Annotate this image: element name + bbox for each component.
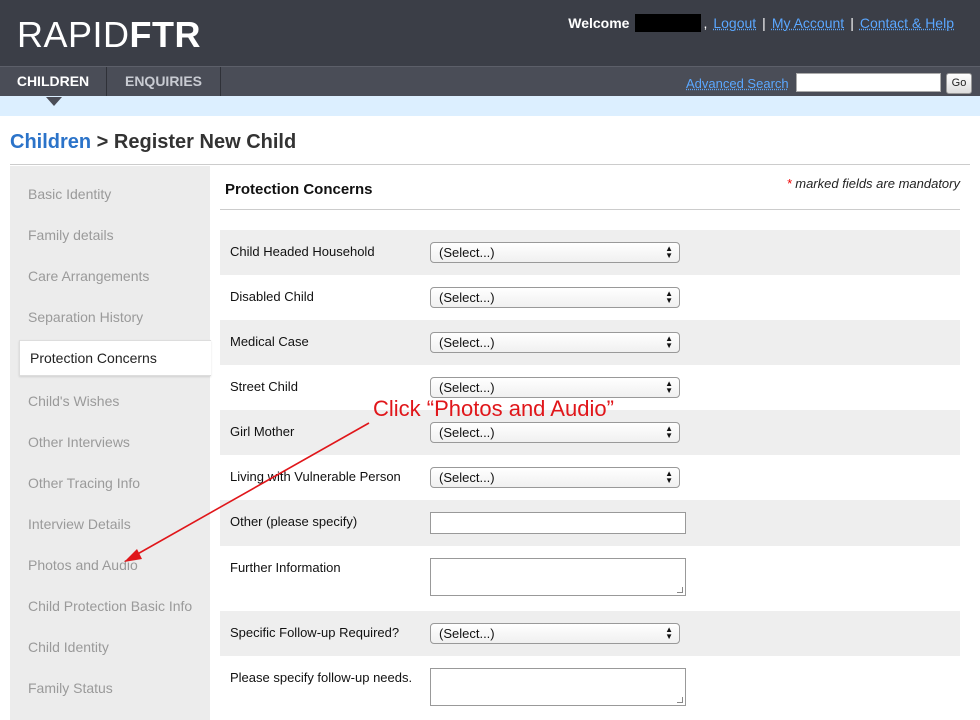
app-logo[interactable]: RAPIDFTR <box>17 14 201 56</box>
sidebar-item-childs-wishes[interactable]: Child's Wishes <box>28 393 119 409</box>
separator: | <box>850 15 854 31</box>
form-row: Specific Follow-up Required? (Select...)… <box>220 611 960 656</box>
select-arrows-icon: ▲ ▼ <box>665 244 673 260</box>
active-tab-caret <box>46 97 62 106</box>
welcome-label: Welcome <box>568 15 630 31</box>
select-arrows-icon: ▲ ▼ <box>665 379 673 395</box>
girl-mother-select[interactable]: (Select...) ▲ ▼ <box>430 422 680 443</box>
logo-bold-text: FTR <box>129 14 202 55</box>
select-value: (Select...) <box>439 626 495 641</box>
follow-up-needs-textarea[interactable] <box>430 668 686 706</box>
mandatory-text: marked fields are mandatory <box>791 176 960 191</box>
mandatory-note: * marked fields are mandatory <box>787 176 960 191</box>
select-arrows-icon: ▲ ▼ <box>665 625 673 641</box>
advanced-search-link[interactable]: Advanced Search <box>686 76 789 91</box>
child-headed-household-select[interactable]: (Select...) ▲ ▼ <box>430 242 680 263</box>
resize-handle-icon[interactable] <box>677 587 683 593</box>
medical-case-select[interactable]: (Select...) ▲ ▼ <box>430 332 680 353</box>
logout-link[interactable]: Logout <box>713 15 756 31</box>
go-button[interactable]: Go <box>946 73 972 94</box>
main-nav: CHILDREN ENQUIRIES Advanced Search Go <box>0 66 980 106</box>
field-label: Child Headed Household <box>230 244 375 259</box>
disabled-child-select[interactable]: (Select...) ▲ ▼ <box>430 287 680 308</box>
sidebar-item-other-tracing-info[interactable]: Other Tracing Info <box>28 475 140 491</box>
separator: | <box>762 15 766 31</box>
breadcrumb-separator: > <box>91 131 114 153</box>
select-arrows-icon: ▲ ▼ <box>665 424 673 440</box>
select-value: (Select...) <box>439 425 495 440</box>
select-value: (Select...) <box>439 335 495 350</box>
welcome-comma: , <box>703 15 708 31</box>
select-arrows-icon: ▲ ▼ <box>665 469 673 485</box>
field-label: Other (please specify) <box>230 514 358 529</box>
street-child-select[interactable]: (Select...) ▲ ▼ <box>430 377 680 398</box>
top-header: RAPIDFTR Welcome , Logout | My Account |… <box>0 0 980 66</box>
sidebar-item-family-details[interactable]: Family details <box>28 227 114 243</box>
form-row: Living with Vulnerable Person (Select...… <box>220 455 960 500</box>
field-label: Disabled Child <box>230 289 314 304</box>
sidebar-item-care-arrangements[interactable]: Care Arrangements <box>28 268 149 284</box>
select-value: (Select...) <box>439 470 495 485</box>
select-value: (Select...) <box>439 290 495 305</box>
select-arrows-icon: ▲ ▼ <box>665 334 673 350</box>
sidebar-item-interview-details[interactable]: Interview Details <box>28 516 131 532</box>
field-label: Girl Mother <box>230 424 295 439</box>
form-row: Child Headed Household (Select...) ▲ ▼ <box>220 230 960 275</box>
annotation-text: Click “Photos and Audio” <box>373 396 614 421</box>
select-value: (Select...) <box>439 245 495 260</box>
header-strip <box>0 96 980 116</box>
sidebar-item-child-identity[interactable]: Child Identity <box>28 639 109 655</box>
form-section-sidebar: Basic Identity Family details Care Arran… <box>10 166 211 720</box>
contact-help-link[interactable]: Contact & Help <box>860 15 954 31</box>
resize-handle-icon[interactable] <box>677 697 683 703</box>
sidebar-item-other-interviews[interactable]: Other Interviews <box>28 434 130 450</box>
user-bar: Welcome , Logout | My Account | Contact … <box>568 14 960 32</box>
logo-light-text: RAPID <box>17 14 130 55</box>
my-account-link[interactable]: My Account <box>772 15 844 31</box>
section-divider <box>220 209 960 210</box>
sidebar-item-separation-history[interactable]: Separation History <box>28 309 143 325</box>
section-title: Protection Concerns <box>225 181 373 198</box>
form-row: Please specify follow-up needs. <box>220 656 960 720</box>
sidebar-item-basic-identity[interactable]: Basic Identity <box>28 186 111 202</box>
field-label: Street Child <box>230 379 298 394</box>
page-title: Register New Child <box>113 131 297 153</box>
sidebar-item-child-protection-basic-info[interactable]: Child Protection Basic Info <box>28 598 192 614</box>
other-specify-input[interactable] <box>430 512 686 534</box>
breadcrumb-children-link[interactable]: Children <box>10 131 91 153</box>
field-label: Living with Vulnerable Person <box>230 469 401 484</box>
form-row: Disabled Child (Select...) ▲ ▼ <box>220 275 960 320</box>
sidebar-item-protection-concerns[interactable]: Protection Concerns <box>19 340 211 376</box>
select-arrows-icon: ▲ ▼ <box>665 289 673 305</box>
search-input[interactable] <box>796 73 941 92</box>
field-label: Further Information <box>230 560 341 575</box>
tab-enquiries[interactable]: ENQUIRIES <box>106 67 221 97</box>
form-row: Other (please specify) <box>220 500 960 546</box>
field-label: Specific Follow-up Required? <box>230 625 400 640</box>
tab-children[interactable]: CHILDREN <box>0 67 106 97</box>
form-row: Medical Case (Select...) ▲ ▼ <box>220 320 960 365</box>
sidebar-item-family-status[interactable]: Family Status <box>28 680 113 696</box>
divider <box>10 164 970 165</box>
field-label: Medical Case <box>230 334 309 349</box>
specific-follow-up-select[interactable]: (Select...) ▲ ▼ <box>430 623 680 644</box>
breadcrumb: Children > Register New Child <box>10 131 296 154</box>
redacted-username <box>635 14 702 32</box>
living-with-vulnerable-person-select[interactable]: (Select...) ▲ ▼ <box>430 467 680 488</box>
select-value: (Select...) <box>439 380 495 395</box>
sidebar-item-photos-and-audio[interactable]: Photos and Audio <box>28 557 138 573</box>
form-row: Further Information <box>220 546 960 611</box>
further-information-textarea[interactable] <box>430 558 686 596</box>
field-label: Please specify follow-up needs. <box>230 670 413 685</box>
